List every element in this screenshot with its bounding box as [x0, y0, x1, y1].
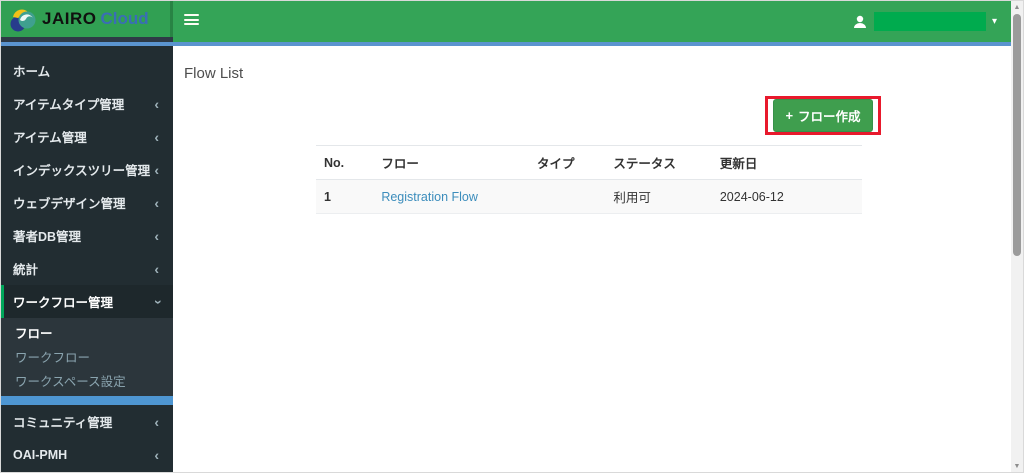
column-header-status: ステータス	[605, 145, 712, 180]
annotation-highlight-box: + フロー作成	[765, 96, 881, 135]
sidebar-item-workflow-management[interactable]: ワークフロー管理 ‹	[1, 285, 173, 318]
chevron-left-icon: ‹	[154, 95, 159, 112]
workflow-submenu: フロー ワークフロー ワークスペース設定	[1, 318, 173, 405]
submenu-item-workspace-settings[interactable]: ワークスペース設定	[1, 368, 173, 392]
column-header-no: No.	[316, 145, 374, 180]
user-menu[interactable]: ▾	[852, 1, 997, 42]
page-title: Flow List	[184, 65, 244, 82]
chevron-left-icon: ‹	[154, 413, 159, 430]
sidebar-item-oai-pmh[interactable]: OAI-PMH ‹	[1, 438, 173, 471]
create-flow-button[interactable]: + フロー作成	[773, 99, 873, 132]
flow-list-table: No. フロー タイプ ステータス 更新日 1 Registration Flo…	[316, 145, 862, 214]
table-header-row: No. フロー タイプ ステータス 更新日	[316, 145, 862, 180]
top-navbar: JAIRO Cloud ▾	[1, 1, 1013, 42]
chevron-down-icon: ‹	[148, 299, 165, 304]
user-name-redacted	[873, 12, 986, 31]
scroll-down-icon[interactable]: ▼	[1011, 461, 1023, 472]
vertical-scrollbar[interactable]: ▲ ▼	[1011, 1, 1023, 472]
submenu-item-workflow[interactable]: ワークフロー	[1, 344, 173, 368]
brand-logo[interactable]: JAIRO Cloud	[1, 1, 173, 37]
sidebar-item-item-management[interactable]: アイテム管理 ‹	[1, 120, 173, 153]
cell-flow: Registration Flow	[373, 179, 529, 214]
cell-type	[528, 179, 606, 214]
sidebar-item-statistics[interactable]: 統計 ‹	[1, 252, 173, 285]
chevron-left-icon: ‹	[154, 260, 159, 277]
chevron-left-icon: ‹	[154, 194, 159, 211]
user-person-icon	[853, 15, 866, 28]
brand-suffix: Cloud	[100, 9, 149, 28]
submenu-item-flow[interactable]: フロー	[1, 320, 173, 344]
sidebar-item-community-management[interactable]: コミュニティ管理 ‹	[1, 405, 173, 438]
cell-no: 1	[316, 179, 374, 214]
chevron-left-icon: ‹	[154, 128, 159, 145]
scroll-up-icon[interactable]: ▲	[1011, 2, 1023, 14]
hamburger-menu-icon[interactable]	[184, 14, 199, 27]
sidebar-item-home[interactable]: ホーム	[1, 54, 173, 87]
sidebar-item-itemtype-management[interactable]: アイテムタイプ管理 ‹	[1, 87, 173, 120]
sidebar-item-webdesign-management[interactable]: ウェブデザイン管理 ‹	[1, 186, 173, 219]
column-header-flow: フロー	[373, 145, 529, 180]
brand-name: JAIRO	[42, 9, 97, 28]
caret-down-icon[interactable]: ▾	[992, 16, 997, 27]
cell-status: 利用可	[605, 179, 712, 214]
plus-icon: +	[785, 108, 794, 123]
table-row: 1 Registration Flow 利用可 2024-06-12	[316, 179, 862, 214]
cell-updated: 2024-06-12	[711, 179, 862, 214]
sidebar-nav: ホーム アイテムタイプ管理 ‹ アイテム管理 ‹ インデックスツリー管理 ‹ ウ…	[1, 46, 173, 472]
app-window: JAIRO Cloud ▾ ホーム アイテムタイプ管理 ‹ アイテム管理 ‹ イ…	[0, 0, 1024, 473]
sidebar-item-authordb-management[interactable]: 著者DB管理 ‹	[1, 219, 173, 252]
scrollbar-thumb[interactable]	[1013, 14, 1021, 256]
chevron-left-icon: ‹	[154, 227, 159, 244]
submenu-active-indicator-bar	[1, 396, 173, 405]
flow-name-link[interactable]: Registration Flow	[381, 190, 478, 204]
jairo-logo-icon	[10, 9, 36, 32]
column-header-updated: 更新日	[711, 145, 862, 180]
sidebar-item-indextree-management[interactable]: インデックスツリー管理 ‹	[1, 153, 173, 186]
chevron-left-icon: ‹	[154, 446, 159, 463]
column-header-type: タイプ	[528, 145, 606, 180]
chevron-left-icon: ‹	[154, 161, 159, 178]
